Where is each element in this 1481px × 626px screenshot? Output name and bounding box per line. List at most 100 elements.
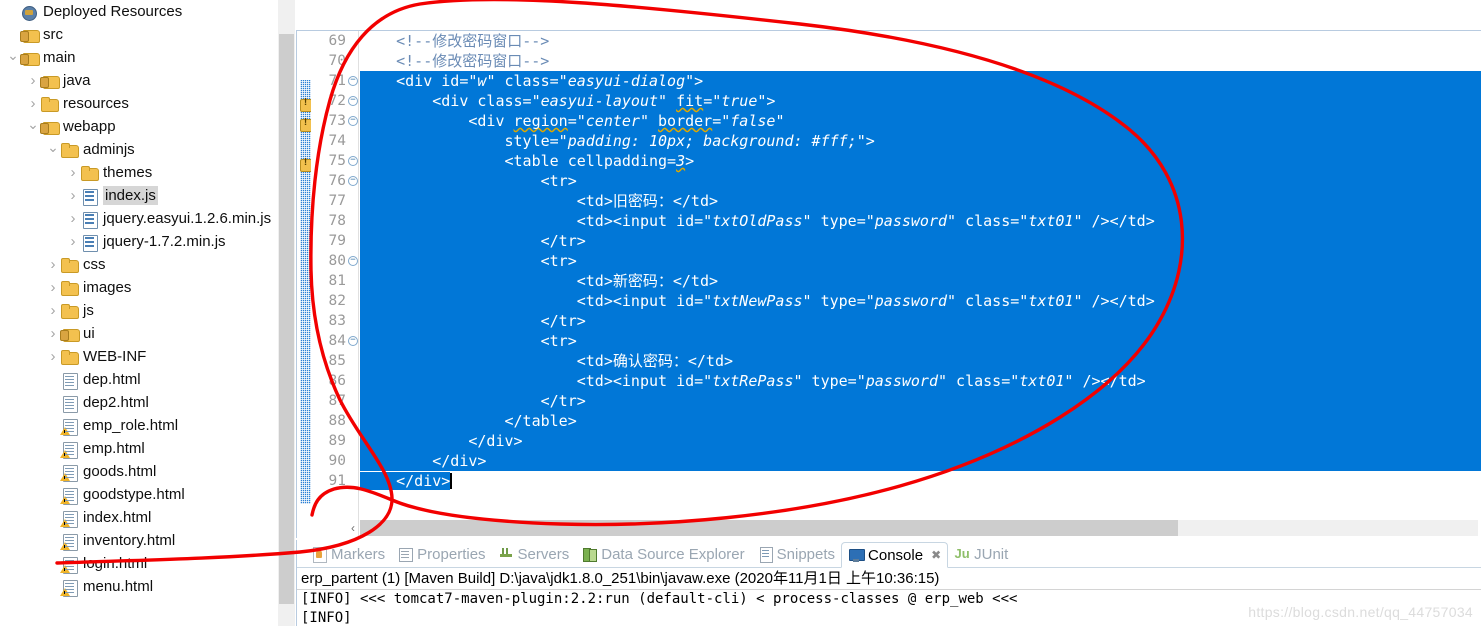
chevron-down-icon[interactable] [26, 119, 40, 134]
chevron-right-icon[interactable] [66, 165, 80, 180]
code-line[interactable]: <div id="w" class="easyui-dialog"> [360, 71, 1481, 91]
tree-item-web-inf[interactable]: WEB-INF [0, 345, 278, 368]
project-explorer-tree[interactable]: Deployed Resources src main java resources we… [0, 0, 278, 626]
tree-item-themes[interactable]: themes [0, 161, 278, 184]
code-line[interactable]: <td><input id="txtOldPass" type="passwor… [360, 211, 1481, 231]
js-file-icon [80, 210, 100, 229]
code-line[interactable]: <!--修改密码窗口--> [360, 51, 1481, 71]
tree-item-webapp[interactable]: webapp [0, 115, 278, 138]
source-folder-icon [20, 49, 40, 67]
code-line[interactable]: style="padding: 10px; background: #fff;"… [360, 131, 1481, 151]
code-editor[interactable]: 69 70 717273 74 7576 77 78 79 80 81 82 83 84 85 86 87 88… [296, 30, 1481, 538]
tree-item-emp-html[interactable]: emp.html [0, 437, 278, 460]
tree-item-goodstype-html[interactable]: goodstype.html [0, 483, 278, 506]
tab-snippets[interactable]: Snippets [751, 541, 841, 567]
tree-item-dep2-html[interactable]: dep2.html [0, 391, 278, 414]
code-line[interactable]: </tr> [360, 231, 1481, 251]
code-line[interactable]: <td><input id="txtRePass" type="password… [360, 371, 1481, 391]
console-launch-title: erp_partent (1) [Maven Build] D:\java\jd… [297, 568, 1481, 590]
chevron-right-icon[interactable] [26, 96, 40, 111]
tree-item-jquery-1-7-2-min-js[interactable]: jquery-1.7.2.min.js [0, 230, 278, 253]
tree-item-ui[interactable]: ui [0, 322, 278, 345]
tree-item-dep-html[interactable]: dep.html [0, 368, 278, 391]
chevron-right-icon[interactable] [46, 349, 60, 364]
editor-horizontal-scrollbar[interactable] [360, 520, 1478, 536]
chevron-right-icon[interactable] [46, 326, 60, 341]
tab-data-source-explorer[interactable]: Data Source Explorer [575, 541, 750, 567]
tree-item-emp-role-html[interactable]: emp_role.html [0, 414, 278, 437]
tree-item-resources[interactable]: resources [0, 92, 278, 115]
bottom-view-tab-strip[interactable]: Markers Properties Servers Data Source Expl… [297, 540, 1481, 568]
warning-badge-icon [60, 518, 70, 527]
close-icon[interactable]: ✖ [931, 548, 941, 562]
code-line[interactable]: <td><input id="txtNewPass" type="passwor… [360, 291, 1481, 311]
tree-item-src[interactable]: src [0, 23, 278, 46]
tree-item-jquery-easyui-1-2-6-min-js[interactable]: jquery.easyui.1.2.6.min.js [0, 207, 278, 230]
fold-collapse-icon[interactable] [348, 96, 358, 106]
tree-item-deployed-resources[interactable]: Deployed Resources [0, 0, 278, 23]
chevron-right-icon[interactable] [66, 211, 80, 226]
code-line[interactable]: <!--修改密码窗口--> [360, 31, 1481, 51]
chevron-right-icon[interactable] [46, 280, 60, 295]
tree-item-login-html[interactable]: login.html [0, 552, 278, 575]
tree-item-label: menu.html [83, 578, 154, 595]
junit-icon: Ju [954, 546, 970, 561]
tree-item-css[interactable]: css [0, 253, 278, 276]
editor-text-area[interactable]: <!--修改密码窗口--> <!--修改密码窗口--> <div id="w" … [360, 31, 1481, 538]
tree-item-index-js[interactable]: index.js [0, 184, 278, 207]
code-line[interactable]: <div class="easyui-layout" fit="true"> [360, 91, 1481, 111]
line-number: 84 [311, 331, 358, 351]
chevron-right-icon[interactable] [26, 73, 40, 88]
code-line[interactable]: <tr> [360, 171, 1481, 191]
explorer-scrollbar-thumb[interactable] [279, 34, 294, 604]
html-file-warning-icon [60, 509, 80, 528]
fold-collapse-icon[interactable] [348, 336, 358, 346]
tab-console[interactable]: Console ✖ [841, 542, 949, 568]
code-line[interactable]: </table> [360, 411, 1481, 431]
code-line[interactable]: <tr> [360, 251, 1481, 271]
editor-hscroll-left-arrow[interactable]: ‹ [345, 520, 361, 536]
chevron-down-icon[interactable] [6, 50, 20, 65]
code-line[interactable]: <div region="center" border="false" [360, 111, 1481, 131]
editor-hscrollbar-thumb[interactable] [360, 520, 1178, 536]
code-line[interactable]: <td>确认密码：</td> [360, 351, 1481, 371]
tree-item-label: WEB-INF [83, 348, 147, 365]
tab-markers[interactable]: Markers [305, 541, 391, 567]
code-line[interactable]: <td>旧密码：</td> [360, 191, 1481, 211]
tree-item-goods-html[interactable]: goods.html [0, 460, 278, 483]
folder-icon [40, 95, 60, 113]
tab-junit[interactable]: Ju JUnit [948, 541, 1014, 567]
tree-item-images[interactable]: images [0, 276, 278, 299]
code-line[interactable]: <td>新密码：</td> [360, 271, 1481, 291]
tab-servers[interactable]: Servers [492, 541, 576, 567]
chevron-right-icon[interactable] [46, 257, 60, 272]
code-line[interactable]: <table cellpadding=3> [360, 151, 1481, 171]
tree-item-label: resources [63, 95, 129, 112]
fold-collapse-icon[interactable] [348, 156, 358, 166]
tree-item-js[interactable]: js [0, 299, 278, 322]
code-line[interactable]: </tr> [360, 311, 1481, 331]
fold-collapse-icon[interactable] [348, 176, 358, 186]
chevron-right-icon[interactable] [66, 188, 80, 203]
tree-item-inventory-html[interactable]: inventory.html [0, 529, 278, 552]
fold-collapse-icon[interactable] [348, 116, 358, 126]
editor-line-number-ruler: 69 70 717273 74 7576 77 78 79 80 81 82 83 84 85 86 87 88… [311, 31, 359, 538]
warning-badge-icon [60, 564, 70, 573]
code-line[interactable]: </div> [360, 431, 1481, 451]
code-line[interactable]: </div> [360, 451, 1481, 471]
chevron-right-icon[interactable] [46, 303, 60, 318]
code-line[interactable]: </tr> [360, 391, 1481, 411]
chevron-down-icon[interactable] [46, 142, 60, 157]
fold-collapse-icon[interactable] [348, 256, 358, 266]
chevron-right-icon[interactable] [66, 234, 80, 249]
tree-item-main[interactable]: main [0, 46, 278, 69]
code-line[interactable]: <tr> [360, 331, 1481, 351]
code-line[interactable]: </div> [360, 471, 1481, 491]
tree-item-adminjs[interactable]: adminjs [0, 138, 278, 161]
tree-item-index-html[interactable]: index.html [0, 506, 278, 529]
tree-item-java[interactable]: java [0, 69, 278, 92]
tab-properties[interactable]: Properties [391, 541, 491, 567]
fold-collapse-icon[interactable] [348, 76, 358, 86]
tree-item-menu-html[interactable]: menu.html [0, 575, 278, 598]
tree-item-label: webapp [63, 118, 116, 135]
